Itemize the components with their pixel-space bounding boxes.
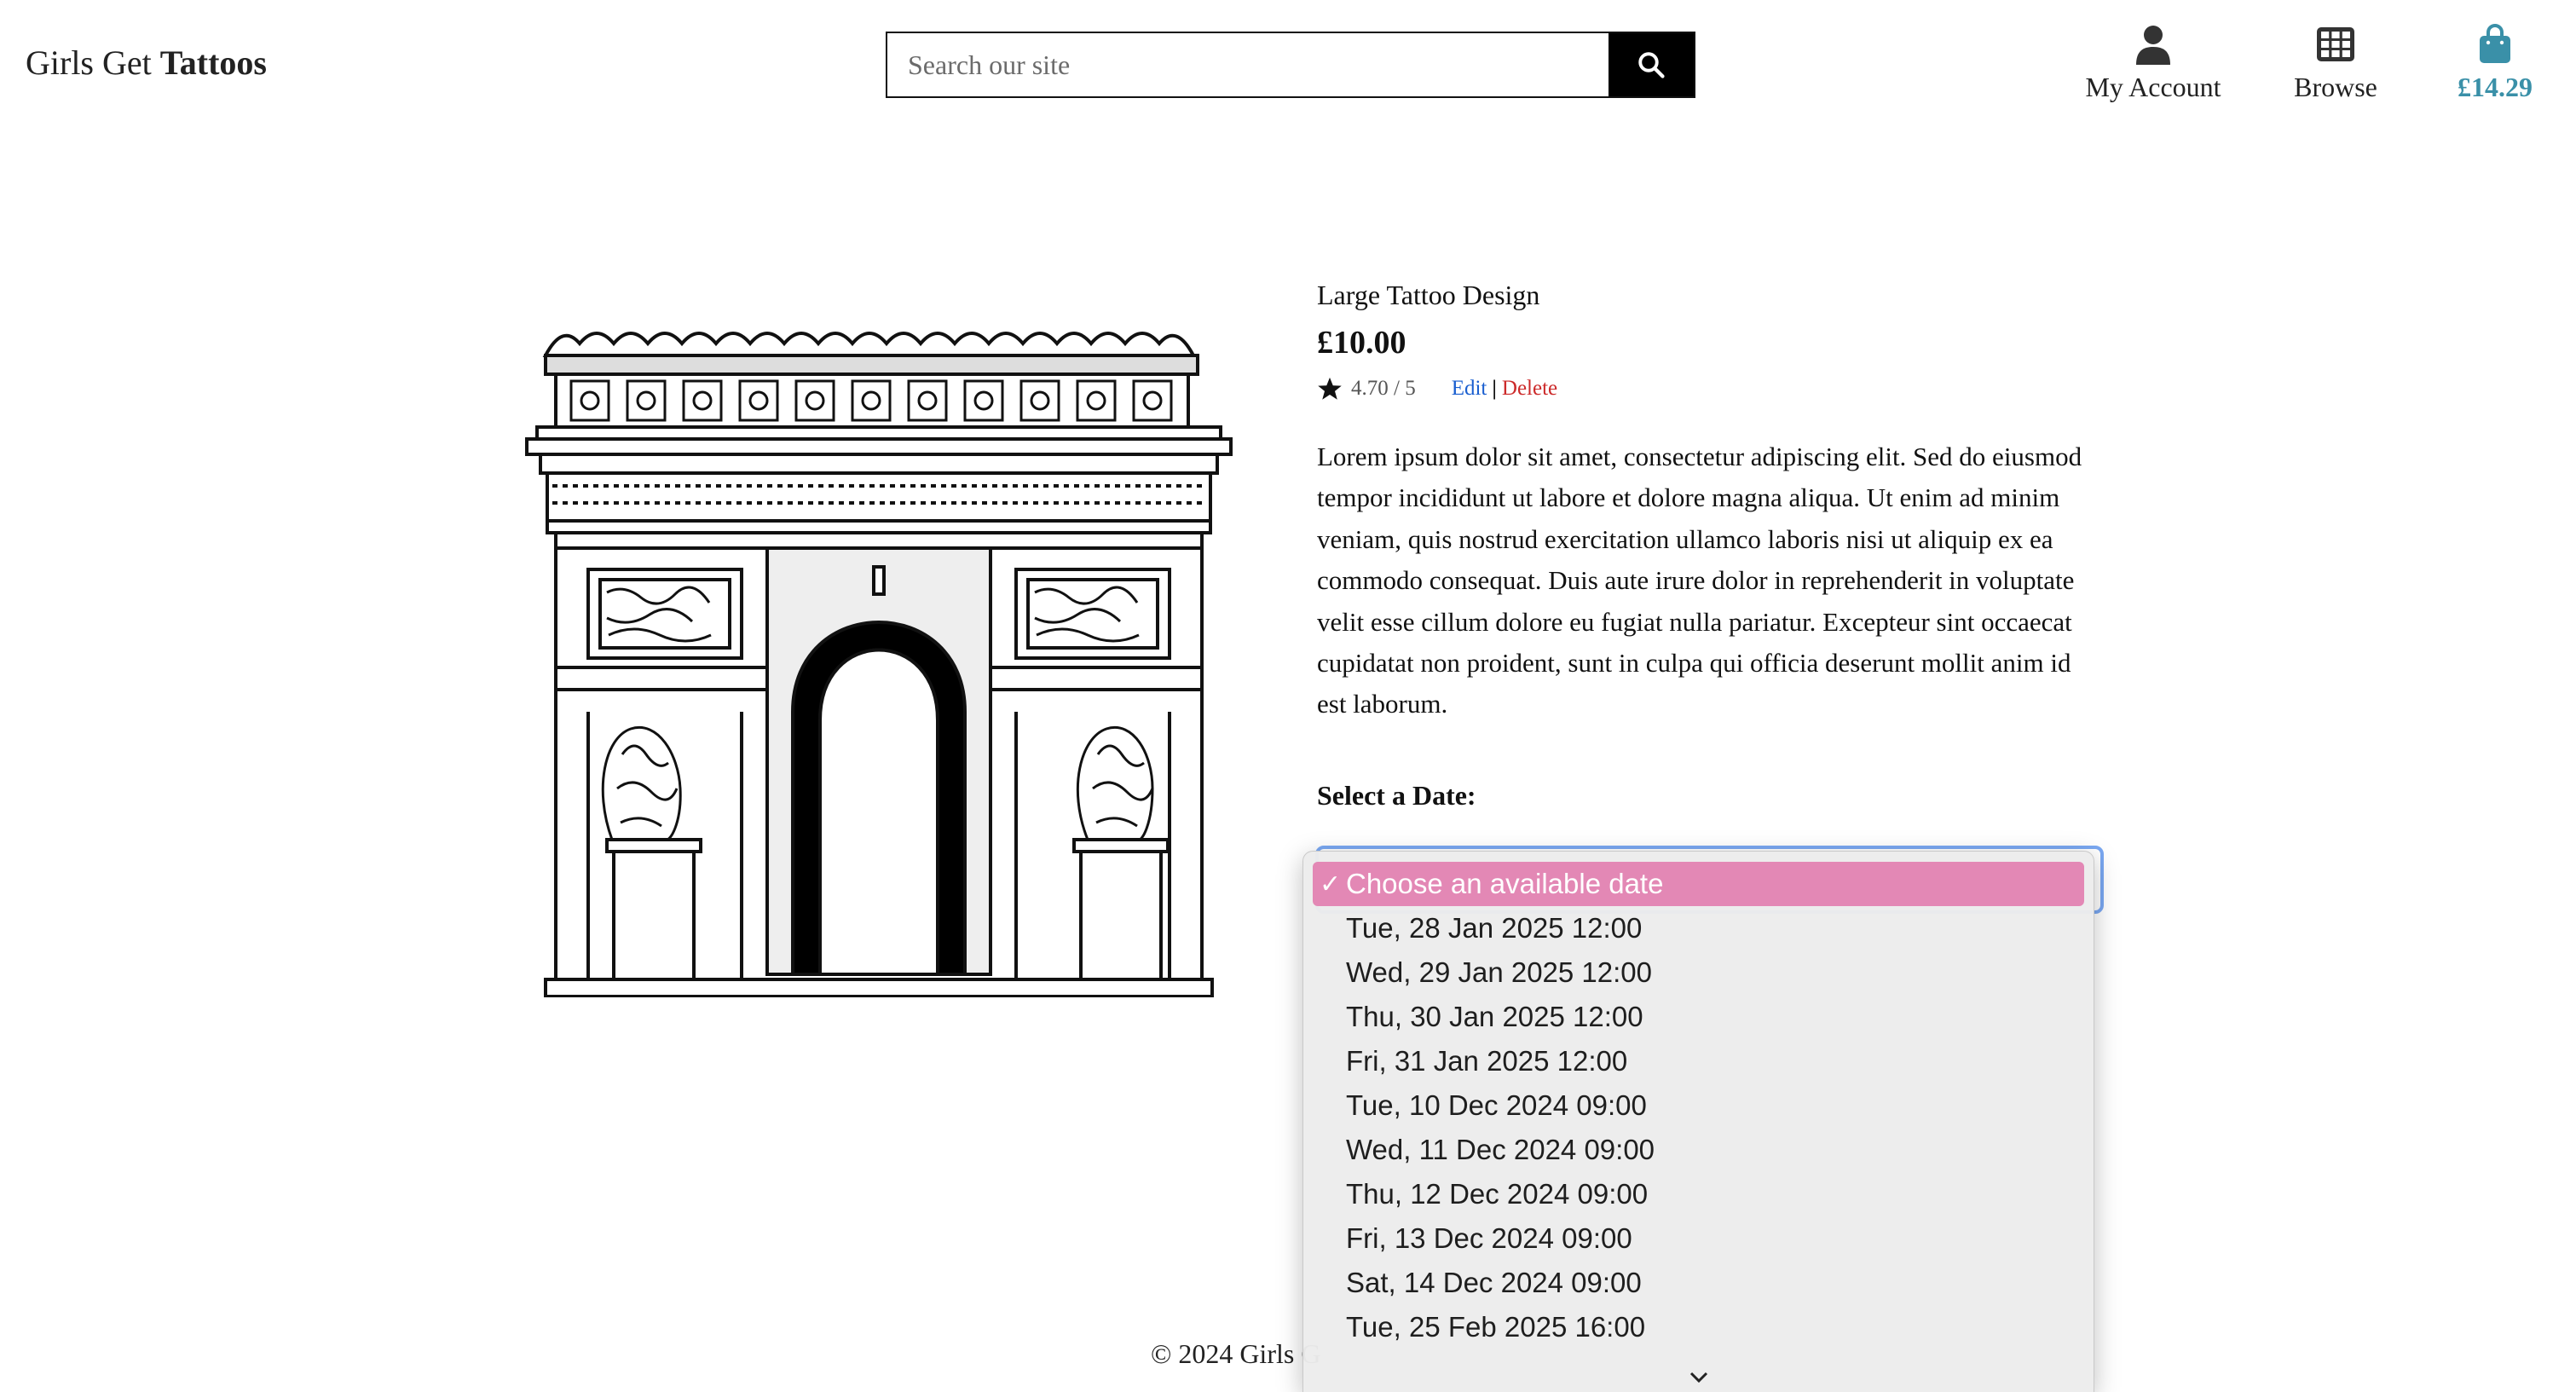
- dropdown-option[interactable]: Sat, 14 Dec 2024 09:00: [1303, 1261, 2094, 1305]
- product-title: Large Tattoo Design: [1317, 280, 1540, 310]
- user-icon: [2136, 26, 2170, 65]
- dropdown-option[interactable]: Fri, 31 Jan 2025 12:00: [1303, 1039, 2094, 1083]
- date-dropdown-menu: ✓ Choose an available date Tue, 28 Jan 2…: [1302, 851, 2094, 1392]
- star-icon: [1318, 377, 1342, 400]
- browse-label: Browse: [2294, 72, 2377, 102]
- dropdown-option[interactable]: Wed, 29 Jan 2025 12:00: [1303, 950, 2094, 995]
- dropdown-option-selected[interactable]: ✓ Choose an available date: [1313, 862, 2084, 906]
- search-bar: [886, 32, 1695, 98]
- cart-total: £14.29: [2458, 72, 2533, 102]
- browse-link[interactable]: Browse: [2276, 24, 2395, 103]
- dropdown-option[interactable]: Thu, 12 Dec 2024 09:00: [1303, 1172, 2094, 1216]
- checkmark-icon: ✓: [1320, 869, 1342, 898]
- rating-value: 4.70 / 5: [1351, 377, 1416, 400]
- select-date-label: Select a Date:: [1317, 780, 1476, 811]
- search-input[interactable]: [887, 33, 1609, 96]
- chevron-down-icon: [1689, 1372, 1707, 1383]
- dropdown-option-label: Choose an available date: [1346, 868, 1664, 899]
- my-account-label: My Account: [2085, 72, 2221, 102]
- dropdown-option[interactable]: Tue, 28 Jan 2025 12:00: [1303, 906, 2094, 950]
- cart-link[interactable]: £14.29: [2440, 24, 2550, 103]
- rating-row: 4.70 / 5 Edit | Delete: [1317, 376, 1557, 401]
- footer-copyright: © 2024 Girls G: [1151, 1338, 1321, 1369]
- product-description: Lorem ipsum dolor sit amet, consectetur …: [1317, 442, 2082, 719]
- search-icon: [1638, 52, 1665, 78]
- edit-link[interactable]: Edit: [1452, 377, 1487, 401]
- logo-text-bold: Tattoos: [159, 43, 267, 82]
- logo-text-prefix: Girls Get: [26, 43, 152, 82]
- shopping-bag-icon: [2480, 24, 2510, 63]
- scroll-down-arrow[interactable]: [1303, 1371, 2094, 1389]
- product-price: £10.00: [1317, 325, 1406, 361]
- my-account-link[interactable]: My Account: [2076, 24, 2230, 103]
- dropdown-option[interactable]: Tue, 10 Dec 2024 09:00: [1303, 1083, 2094, 1128]
- link-separator: |: [1492, 377, 1497, 400]
- grid-icon: [2317, 27, 2354, 61]
- dropdown-option[interactable]: Thu, 30 Jan 2025 12:00: [1303, 995, 2094, 1039]
- site-logo[interactable]: Girls Get Tattoos: [26, 43, 267, 83]
- dropdown-option[interactable]: Tue, 25 Feb 2025 16:00: [1303, 1305, 2094, 1349]
- dropdown-option[interactable]: Wed, 11 Dec 2024 09:00: [1303, 1128, 2094, 1172]
- dropdown-option[interactable]: Fri, 13 Dec 2024 09:00: [1303, 1216, 2094, 1261]
- search-button[interactable]: [1609, 33, 1694, 96]
- delete-link[interactable]: Delete: [1502, 377, 1557, 401]
- product-image: [525, 332, 1233, 997]
